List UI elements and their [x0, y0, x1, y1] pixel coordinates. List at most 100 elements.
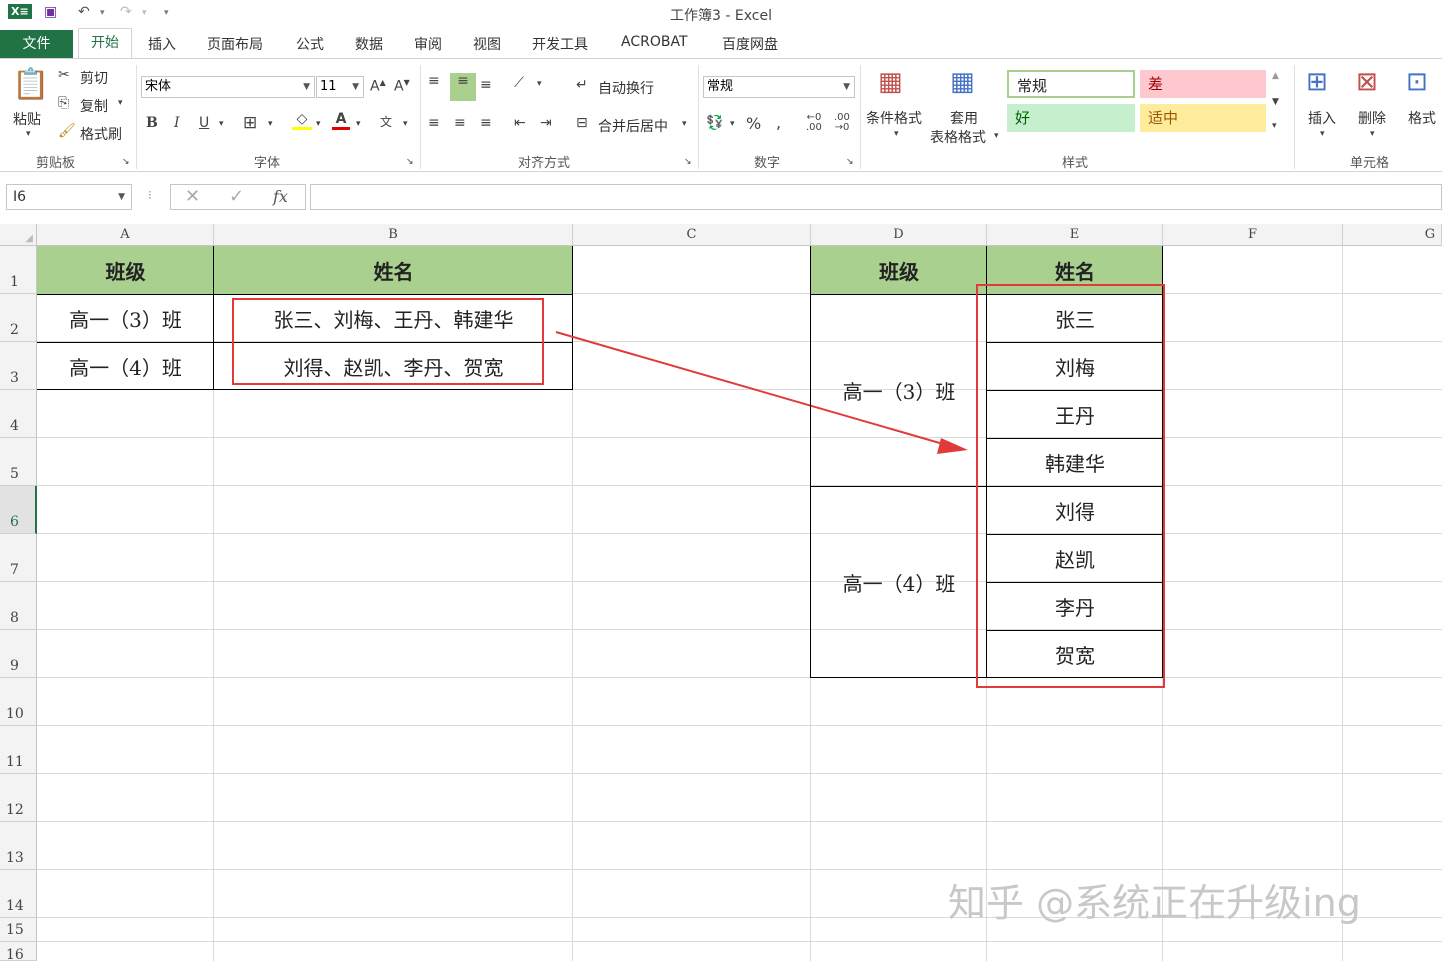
format-painter-icon: 🖌: [58, 123, 76, 139]
insert-cells-button[interactable]: 插入: [1308, 108, 1336, 128]
increase-indent-icon[interactable]: ⇥: [540, 115, 552, 131]
separator: [1294, 65, 1295, 169]
paste-button[interactable]: 粘贴: [13, 109, 41, 129]
scissors-icon: ✂: [58, 67, 70, 83]
insert-dropdown-icon[interactable]: ▾: [1320, 129, 1325, 139]
separator: [420, 65, 421, 169]
underline-button[interactable]: U: [199, 115, 209, 131]
style-neutral[interactable]: 适中: [1140, 104, 1266, 132]
tab-file[interactable]: 文件: [0, 30, 73, 58]
cancel-icon[interactable]: ✕: [185, 186, 200, 207]
tab-page-layout[interactable]: 页面布局: [207, 34, 263, 54]
paste-icon[interactable]: 📋: [12, 67, 49, 102]
orientation-dropdown-icon[interactable]: ▾: [537, 79, 542, 89]
fill-color-icon[interactable]: ◇: [292, 111, 312, 130]
merge-dropdown-icon[interactable]: ▾: [682, 119, 687, 129]
style-bad[interactable]: 差: [1140, 70, 1266, 98]
insert-cells-icon[interactable]: ⊞: [1306, 67, 1328, 97]
underline-dropdown-icon[interactable]: ▾: [219, 119, 224, 129]
styles-scroll-up-icon[interactable]: ▲: [1272, 71, 1279, 81]
format-as-table-label-2[interactable]: 表格格式: [930, 127, 986, 147]
italic-button[interactable]: I: [174, 115, 180, 131]
bold-button[interactable]: B: [146, 115, 158, 131]
percent-icon[interactable]: %: [746, 114, 761, 133]
tab-view[interactable]: 视图: [473, 34, 501, 54]
align-center-icon[interactable]: ≡: [454, 115, 466, 131]
number-launcher-icon[interactable]: ↘: [846, 157, 854, 167]
formula-input[interactable]: [310, 184, 1442, 210]
chevron-down-icon: ▼: [303, 82, 310, 92]
enter-icon[interactable]: ✓: [229, 186, 244, 207]
name-box[interactable]: I6 ▼: [6, 184, 132, 210]
group-label-clipboard: 剪贴板: [36, 156, 76, 171]
phonetic-dropdown-icon[interactable]: ▾: [403, 119, 408, 129]
copy-button[interactable]: 复制: [80, 96, 108, 116]
delete-dropdown-icon[interactable]: ▾: [1370, 129, 1375, 139]
chevron-down-icon: ▼: [352, 82, 359, 92]
styles-scroll-down-icon[interactable]: ▼: [1272, 97, 1279, 107]
number-format-combo[interactable]: 常规 ▼: [703, 76, 855, 98]
increase-font-icon[interactable]: A▲: [370, 78, 386, 95]
increase-decimal-icon[interactable]: ←0.00: [806, 113, 822, 133]
font-size-combo[interactable]: 11 ▼: [316, 76, 364, 98]
tab-acrobat[interactable]: ACROBAT: [621, 34, 688, 50]
phonetic-icon[interactable]: 文: [380, 113, 392, 130]
tab-home[interactable]: 开始: [78, 28, 132, 58]
format-as-table-label-1[interactable]: 套用: [950, 108, 978, 128]
tab-review[interactable]: 审阅: [414, 34, 442, 54]
alignment-launcher-icon[interactable]: ↘: [684, 157, 692, 167]
fill-color-dropdown-icon[interactable]: ▾: [316, 119, 321, 129]
align-top-icon[interactable]: ≡: [428, 73, 440, 89]
group-label-font: 字体: [254, 156, 281, 171]
decrease-font-icon[interactable]: A▼: [394, 78, 410, 95]
style-good[interactable]: 好: [1007, 104, 1135, 132]
align-left-icon[interactable]: ≡: [428, 115, 440, 131]
highlight-box-result: [976, 284, 1165, 688]
comma-style-icon[interactable]: ,: [776, 113, 781, 132]
tab-insert[interactable]: 插入: [148, 34, 176, 54]
insert-function-icon[interactable]: fx: [273, 187, 288, 206]
align-right-icon[interactable]: ≡: [480, 115, 492, 131]
font-color-icon[interactable]: A: [332, 111, 350, 130]
accounting-dropdown-icon[interactable]: ▾: [730, 119, 735, 129]
format-as-table-dropdown-icon[interactable]: ▾: [994, 131, 999, 141]
orientation-icon[interactable]: ⟋: [514, 75, 524, 91]
accounting-format-icon[interactable]: 💱: [706, 115, 723, 131]
borders-dropdown-icon[interactable]: ▾: [268, 119, 273, 129]
align-middle-icon[interactable]: ≡: [450, 73, 476, 101]
format-as-table-icon[interactable]: ▦: [950, 67, 975, 97]
conditional-formatting-icon[interactable]: ▦: [878, 67, 903, 97]
decrease-indent-icon[interactable]: ⇤: [514, 115, 526, 131]
delete-cells-icon[interactable]: ⊠: [1356, 67, 1378, 97]
decrease-decimal-icon[interactable]: .00 →0: [834, 113, 850, 133]
cell-d2-merged-class[interactable]: 高一（3）班: [811, 294, 987, 486]
format-painter-button[interactable]: 格式刷: [80, 124, 122, 144]
cell-d1-header-class[interactable]: 班级: [811, 246, 987, 294]
conditional-formatting-button[interactable]: 条件格式: [866, 108, 922, 128]
font-launcher-icon[interactable]: ↘: [406, 157, 414, 167]
cell-d6-merged-class[interactable]: 高一（4）班: [811, 486, 987, 678]
worksheet-grid[interactable]: ◢ A B C D E F G 1 2 3 4 5 6 7 8 9 10 11 …: [0, 224, 1442, 963]
format-cells-icon[interactable]: ⊡: [1406, 67, 1428, 97]
style-normal[interactable]: 常规: [1007, 70, 1135, 98]
delete-cells-button[interactable]: 删除: [1358, 108, 1386, 128]
font-color-dropdown-icon[interactable]: ▾: [356, 119, 361, 129]
borders-icon[interactable]: ⊞: [243, 113, 257, 133]
cut-button[interactable]: 剪切: [80, 68, 108, 88]
format-cells-button[interactable]: 格式: [1408, 108, 1436, 128]
paste-dropdown-icon[interactable]: ▾: [26, 129, 31, 139]
tab-developer[interactable]: 开发工具: [532, 34, 588, 54]
styles-more-icon[interactable]: ▾: [1272, 121, 1277, 131]
font-name-combo[interactable]: 宋体 ▼: [141, 76, 315, 98]
wrap-text-button[interactable]: 自动换行: [598, 78, 654, 98]
conditional-dropdown-icon[interactable]: ▾: [894, 129, 899, 139]
merge-center-button[interactable]: 合并后居中: [598, 116, 668, 136]
align-bottom-icon[interactable]: ≡: [480, 77, 492, 93]
copy-dropdown-icon[interactable]: ▾: [118, 98, 123, 108]
tab-data[interactable]: 数据: [355, 34, 383, 54]
border: [810, 246, 811, 678]
ribbon: 📋 粘贴 ▾ ✂ 剪切 ⎘ 复制 ▾ 🖌 格式刷 剪贴板 ↘ 宋体 ▼ 11 ▼ A…: [0, 58, 1442, 172]
tab-baidu-netdisk[interactable]: 百度网盘: [722, 34, 778, 54]
tab-formulas[interactable]: 公式: [296, 34, 324, 54]
clipboard-launcher-icon[interactable]: ↘: [122, 157, 130, 167]
